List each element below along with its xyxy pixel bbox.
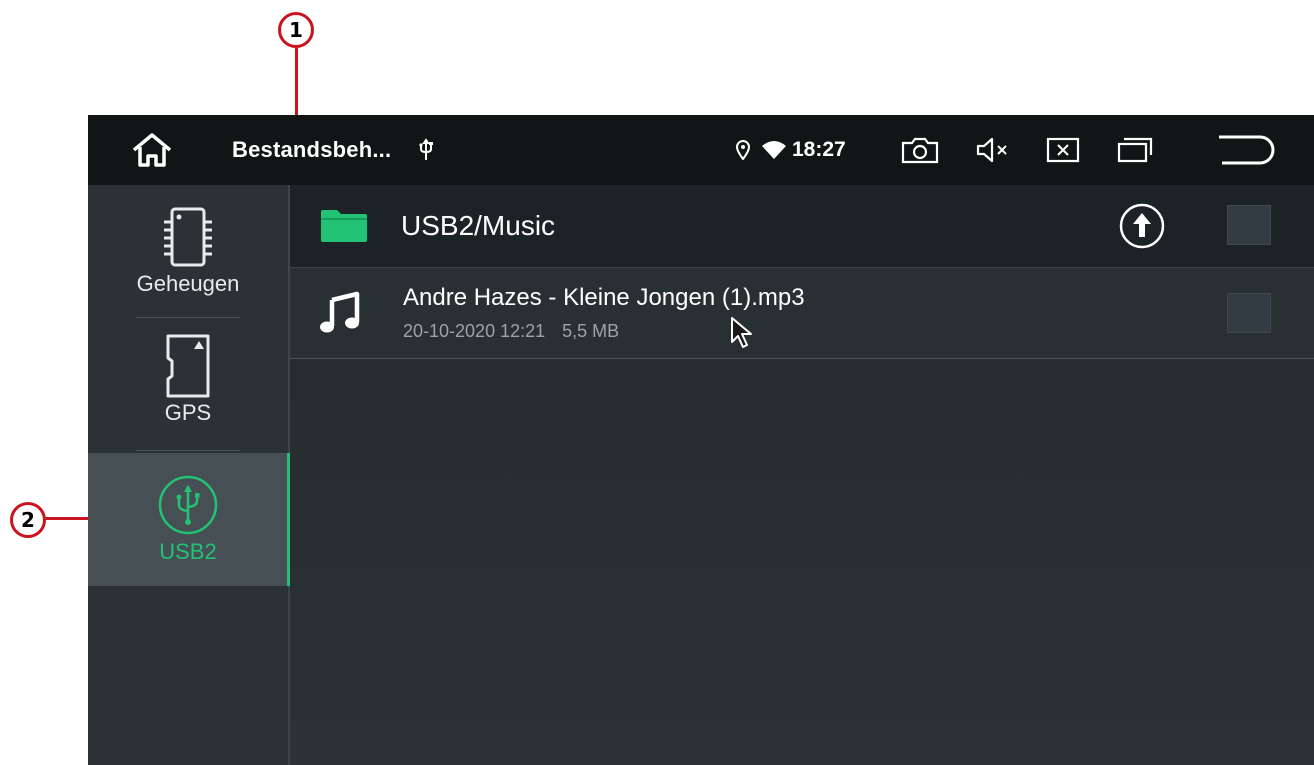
mouse-cursor-icon <box>730 316 756 355</box>
select-all-checkbox[interactable] <box>1227 205 1271 245</box>
sidebar-item-label: Geheugen <box>136 271 240 296</box>
wifi-icon <box>762 115 786 185</box>
location-icon <box>736 115 750 185</box>
mute-icon[interactable] <box>976 115 1012 185</box>
usb-icon <box>157 473 219 537</box>
status-bar: Bestandsbeh... 18:27 <box>88 115 1314 185</box>
file-size: 5,5 MB <box>562 321 620 341</box>
file-meta: 20-10-2020 12:21 5,5 MB <box>403 321 631 342</box>
current-path: USB2/Music <box>401 210 556 241</box>
sidebar-divider <box>136 450 240 451</box>
home-icon[interactable] <box>130 115 174 185</box>
app-title: Bestandsbeh... <box>232 137 392 162</box>
callout-2: 2 <box>10 502 46 538</box>
sd-card-icon <box>158 334 218 398</box>
file-list-item[interactable]: Andre Hazes - Kleine Jongen (1).mp3 20-1… <box>290 268 1314 359</box>
memory-chip-icon <box>160 205 216 269</box>
clock-time: 18:27 <box>792 138 846 161</box>
sidebar-item-label: GPS <box>164 400 212 425</box>
folder-header: USB2/Music <box>290 185 1314 268</box>
folder-icon <box>320 209 368 248</box>
device-screen: Bestandsbeh... 18:27 Geheugen GPS USB2 U… <box>88 115 1314 765</box>
multitask-icon[interactable] <box>1116 115 1154 185</box>
sidebar-item-usb2[interactable]: USB2 <box>88 453 290 586</box>
file-checkbox[interactable] <box>1227 293 1271 333</box>
file-date: 20-10-2020 12:21 <box>403 321 546 341</box>
close-app-icon[interactable] <box>1046 115 1080 185</box>
storage-sidebar: Geheugen GPS USB2 <box>88 185 290 765</box>
back-icon[interactable] <box>1216 115 1276 185</box>
file-name: Andre Hazes - Kleine Jongen (1).mp3 <box>403 284 805 311</box>
callout-1: 1 <box>278 12 314 48</box>
parent-folder-button[interactable] <box>1119 203 1165 254</box>
sidebar-item-geheugen[interactable]: Geheugen <box>88 185 288 318</box>
music-note-icon <box>320 290 360 339</box>
sidebar-item-gps[interactable]: GPS <box>88 318 288 451</box>
usb-icon <box>418 115 434 185</box>
sidebar-item-label: USB2 <box>159 539 217 564</box>
screenshot-icon[interactable] <box>901 115 939 185</box>
